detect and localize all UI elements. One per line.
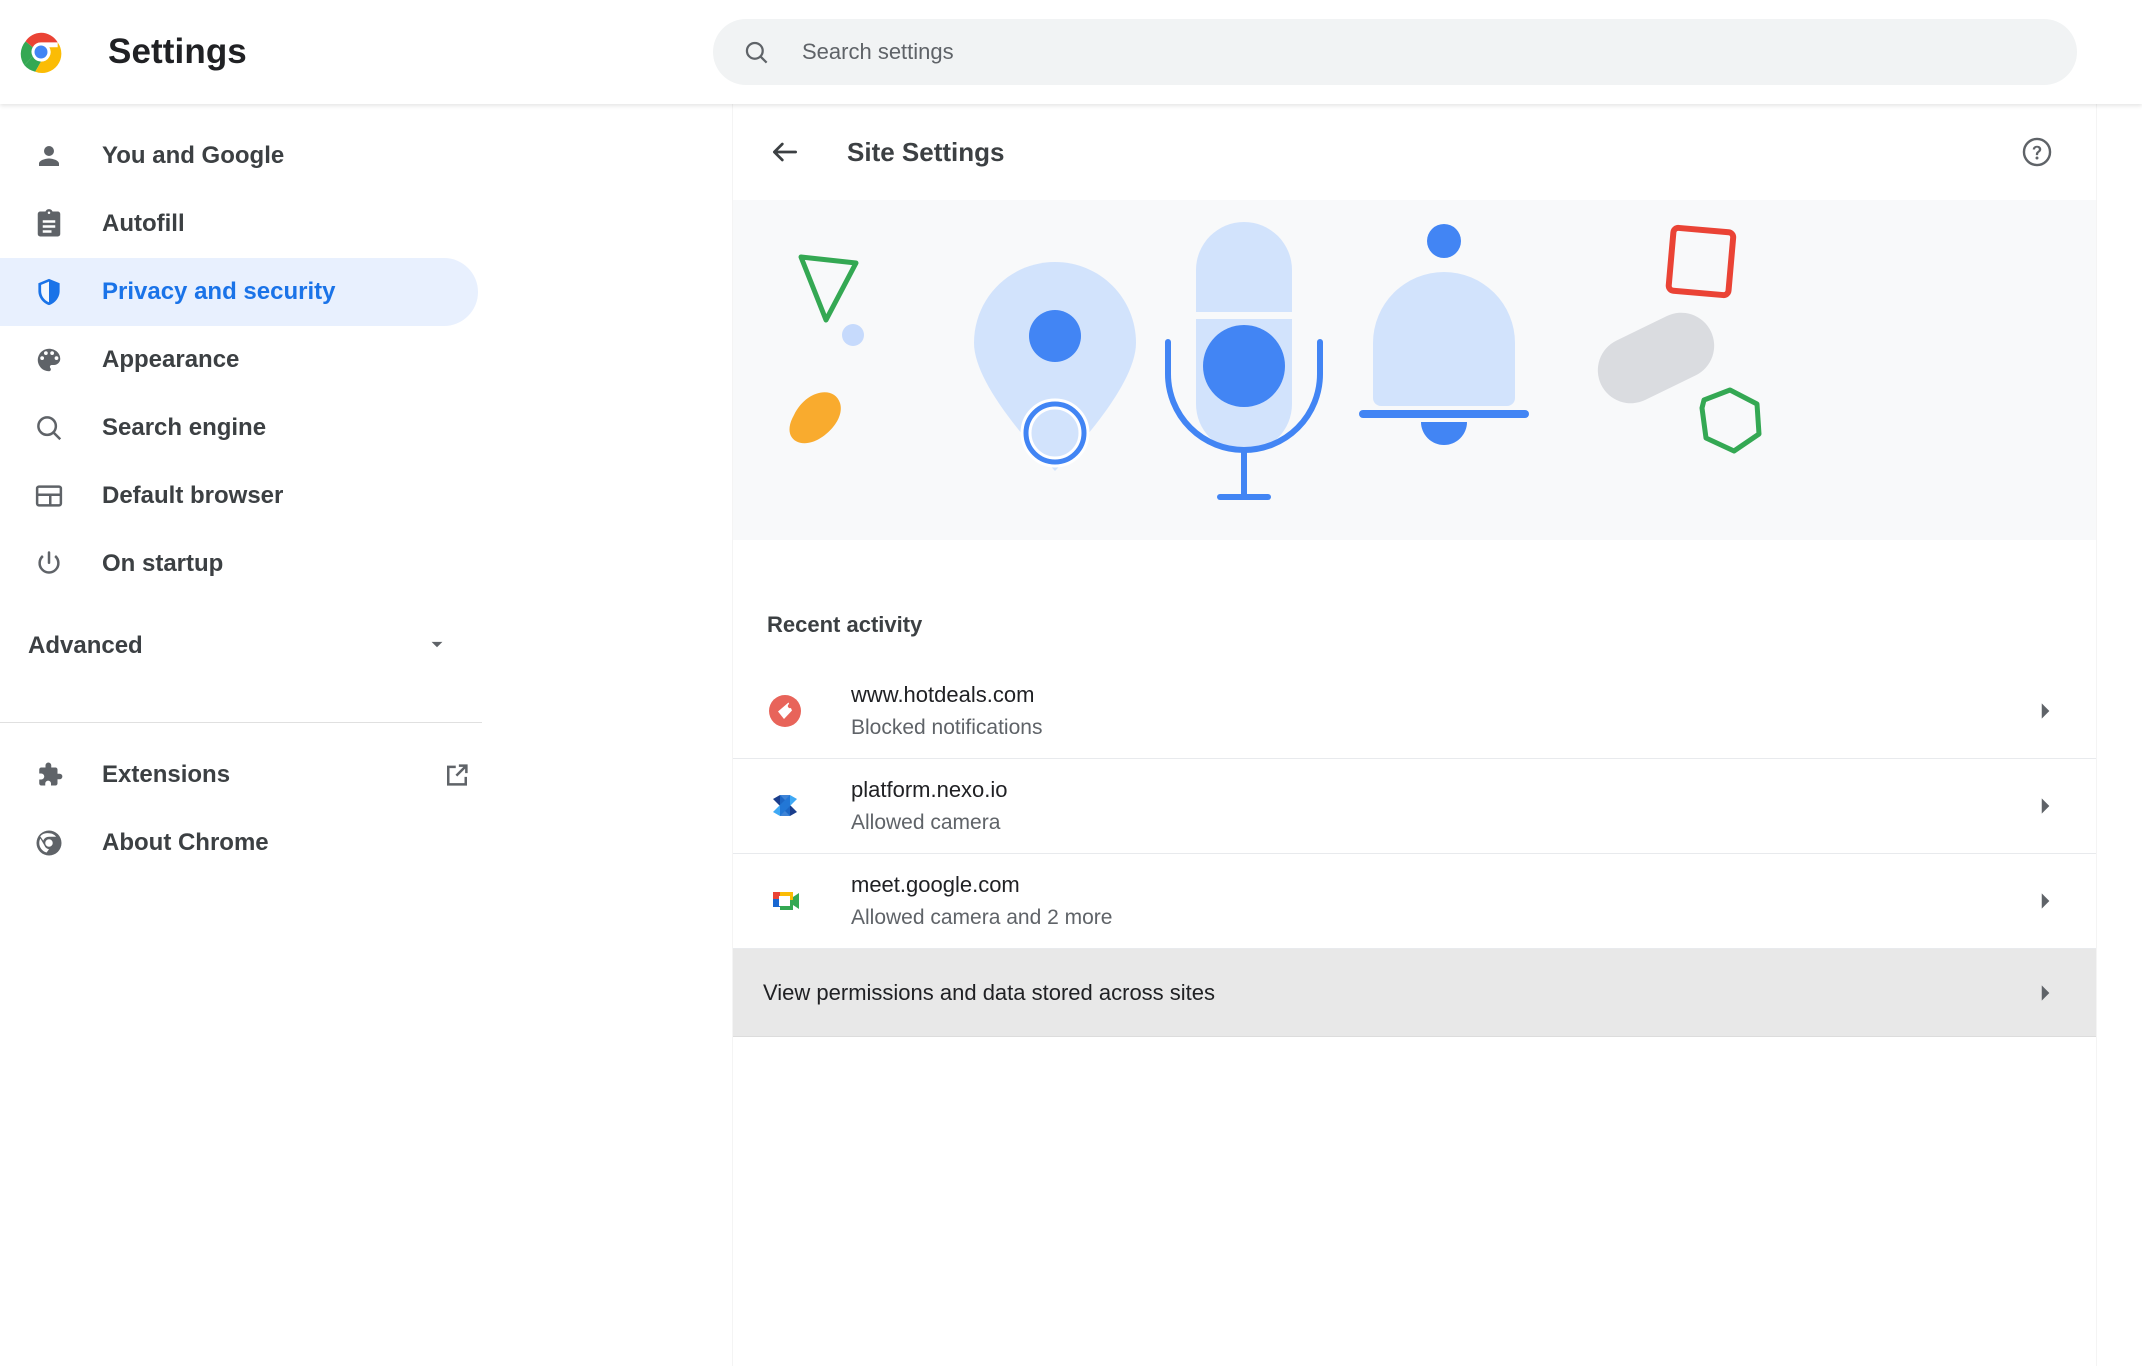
sidebar-item-label: Privacy and security	[102, 278, 336, 305]
sidebar-item-autofill[interactable]: Autofill	[0, 190, 478, 258]
brand-area: Settings	[0, 31, 713, 73]
sidebar-divider	[0, 722, 482, 723]
open-in-new-icon[interactable]	[442, 760, 472, 790]
site-row-nexo[interactable]: platform.nexo.io Allowed camera	[733, 759, 2096, 854]
hero-shapes	[789, 222, 1762, 500]
arrow-back-icon[interactable]	[769, 136, 801, 168]
site-row-meet[interactable]: meet.google.com Allowed camera and 2 mor…	[733, 854, 2096, 949]
google-meet-favicon	[767, 883, 803, 919]
green-triangle-outline	[798, 254, 859, 323]
sidebar-item-search-engine[interactable]: Search engine	[0, 394, 478, 462]
green-hexagon-outline	[1699, 387, 1762, 454]
site-info: www.hotdeals.com Blocked notifications	[851, 681, 1042, 741]
person-icon	[32, 139, 66, 173]
site-info: meet.google.com Allowed camera and 2 mor…	[851, 871, 1112, 931]
sidebar-item-extensions[interactable]: Extensions	[0, 741, 560, 809]
site-status: Allowed camera	[851, 810, 1001, 834]
location-pin	[974, 262, 1136, 471]
chevron-right-icon	[2032, 980, 2058, 1006]
search-input[interactable]	[802, 19, 2077, 85]
clipboard-icon	[32, 207, 66, 241]
recent-activity-label: Recent activity	[767, 612, 923, 637]
yellow-blob	[789, 392, 841, 444]
browser-window-icon	[32, 479, 66, 513]
nexo-favicon	[767, 788, 803, 824]
chevron-right-icon	[2032, 698, 2058, 724]
hotdeals-tag-favicon	[767, 693, 803, 729]
sidebar-item-you-and-google[interactable]: You and Google	[0, 122, 478, 190]
chrome-logo-icon	[20, 32, 62, 73]
chevron-right-icon	[2032, 793, 2058, 819]
sidebar-advanced-toggle[interactable]: Advanced	[0, 612, 478, 680]
card-title: Site Settings	[847, 136, 1005, 167]
card-header: Site Settings	[733, 104, 2096, 200]
power-icon	[32, 547, 66, 581]
puzzle-icon	[32, 758, 66, 792]
site-settings-card: Site Settings Recent activity www.hotdea…	[733, 104, 2096, 1366]
sidebar-item-default-browser[interactable]: Default browser	[0, 462, 478, 530]
sidebar-item-label: Autofill	[102, 210, 185, 237]
site-settings-hero-illustration	[733, 200, 2096, 540]
microphone	[1165, 222, 1323, 500]
sidebar-item-appearance[interactable]: Appearance	[0, 326, 478, 394]
sidebar-item-label: Appearance	[102, 346, 240, 373]
site-row-hotdeals[interactable]: www.hotdeals.com Blocked notifications	[733, 664, 2096, 759]
site-status: Allowed camera and 2 more	[851, 905, 1113, 929]
search-icon	[745, 41, 768, 63]
site-name: meet.google.com	[851, 872, 1020, 898]
magnifier-icon	[32, 411, 66, 445]
chrome-outline-icon	[32, 826, 66, 860]
sidebar-item-label: Default browser	[102, 482, 284, 509]
sidebar-item-label: About Chrome	[102, 829, 269, 856]
search-bar[interactable]	[713, 19, 2077, 85]
help-circle-icon[interactable]	[2020, 135, 2054, 169]
sidebar-item-label: You and Google	[102, 142, 285, 169]
palette-icon	[32, 343, 66, 377]
sidebar-item-about-chrome[interactable]: About Chrome	[0, 809, 478, 877]
view-permissions-row[interactable]: View permissions and data stored across …	[733, 949, 2096, 1037]
chevron-down-icon	[424, 631, 450, 662]
notification-bell	[1359, 224, 1529, 445]
small-blue-dot	[842, 324, 864, 346]
sidebar-item-label: Extensions	[102, 761, 231, 788]
site-info: platform.nexo.io Allowed camera	[851, 776, 1008, 836]
site-name: platform.nexo.io	[851, 777, 1008, 803]
sidebar-item-on-startup[interactable]: On startup	[0, 530, 478, 598]
chevron-right-icon	[2032, 888, 2058, 914]
sidebar-item-privacy-and-security[interactable]: Privacy and security	[0, 258, 478, 326]
settings-sidebar: You and Google Autofill Privacy and secu…	[0, 104, 713, 1366]
top-bar: Settings	[0, 0, 2142, 104]
site-status: Blocked notifications	[851, 715, 1043, 739]
page-title: Settings	[108, 32, 247, 71]
site-name: www.hotdeals.com	[851, 682, 1035, 708]
shield-icon	[32, 275, 66, 309]
main-content-area: Site Settings Recent activity www.hotdea…	[713, 104, 2142, 1366]
sidebar-item-label: On startup	[102, 550, 224, 577]
view-permissions-label: View permissions and data stored across …	[763, 979, 1216, 1005]
sidebar-item-label: Search engine	[102, 414, 267, 441]
card-tail-strip	[733, 1037, 2096, 1073]
advanced-label: Advanced	[28, 632, 143, 659]
red-square-outline	[1665, 224, 1737, 299]
